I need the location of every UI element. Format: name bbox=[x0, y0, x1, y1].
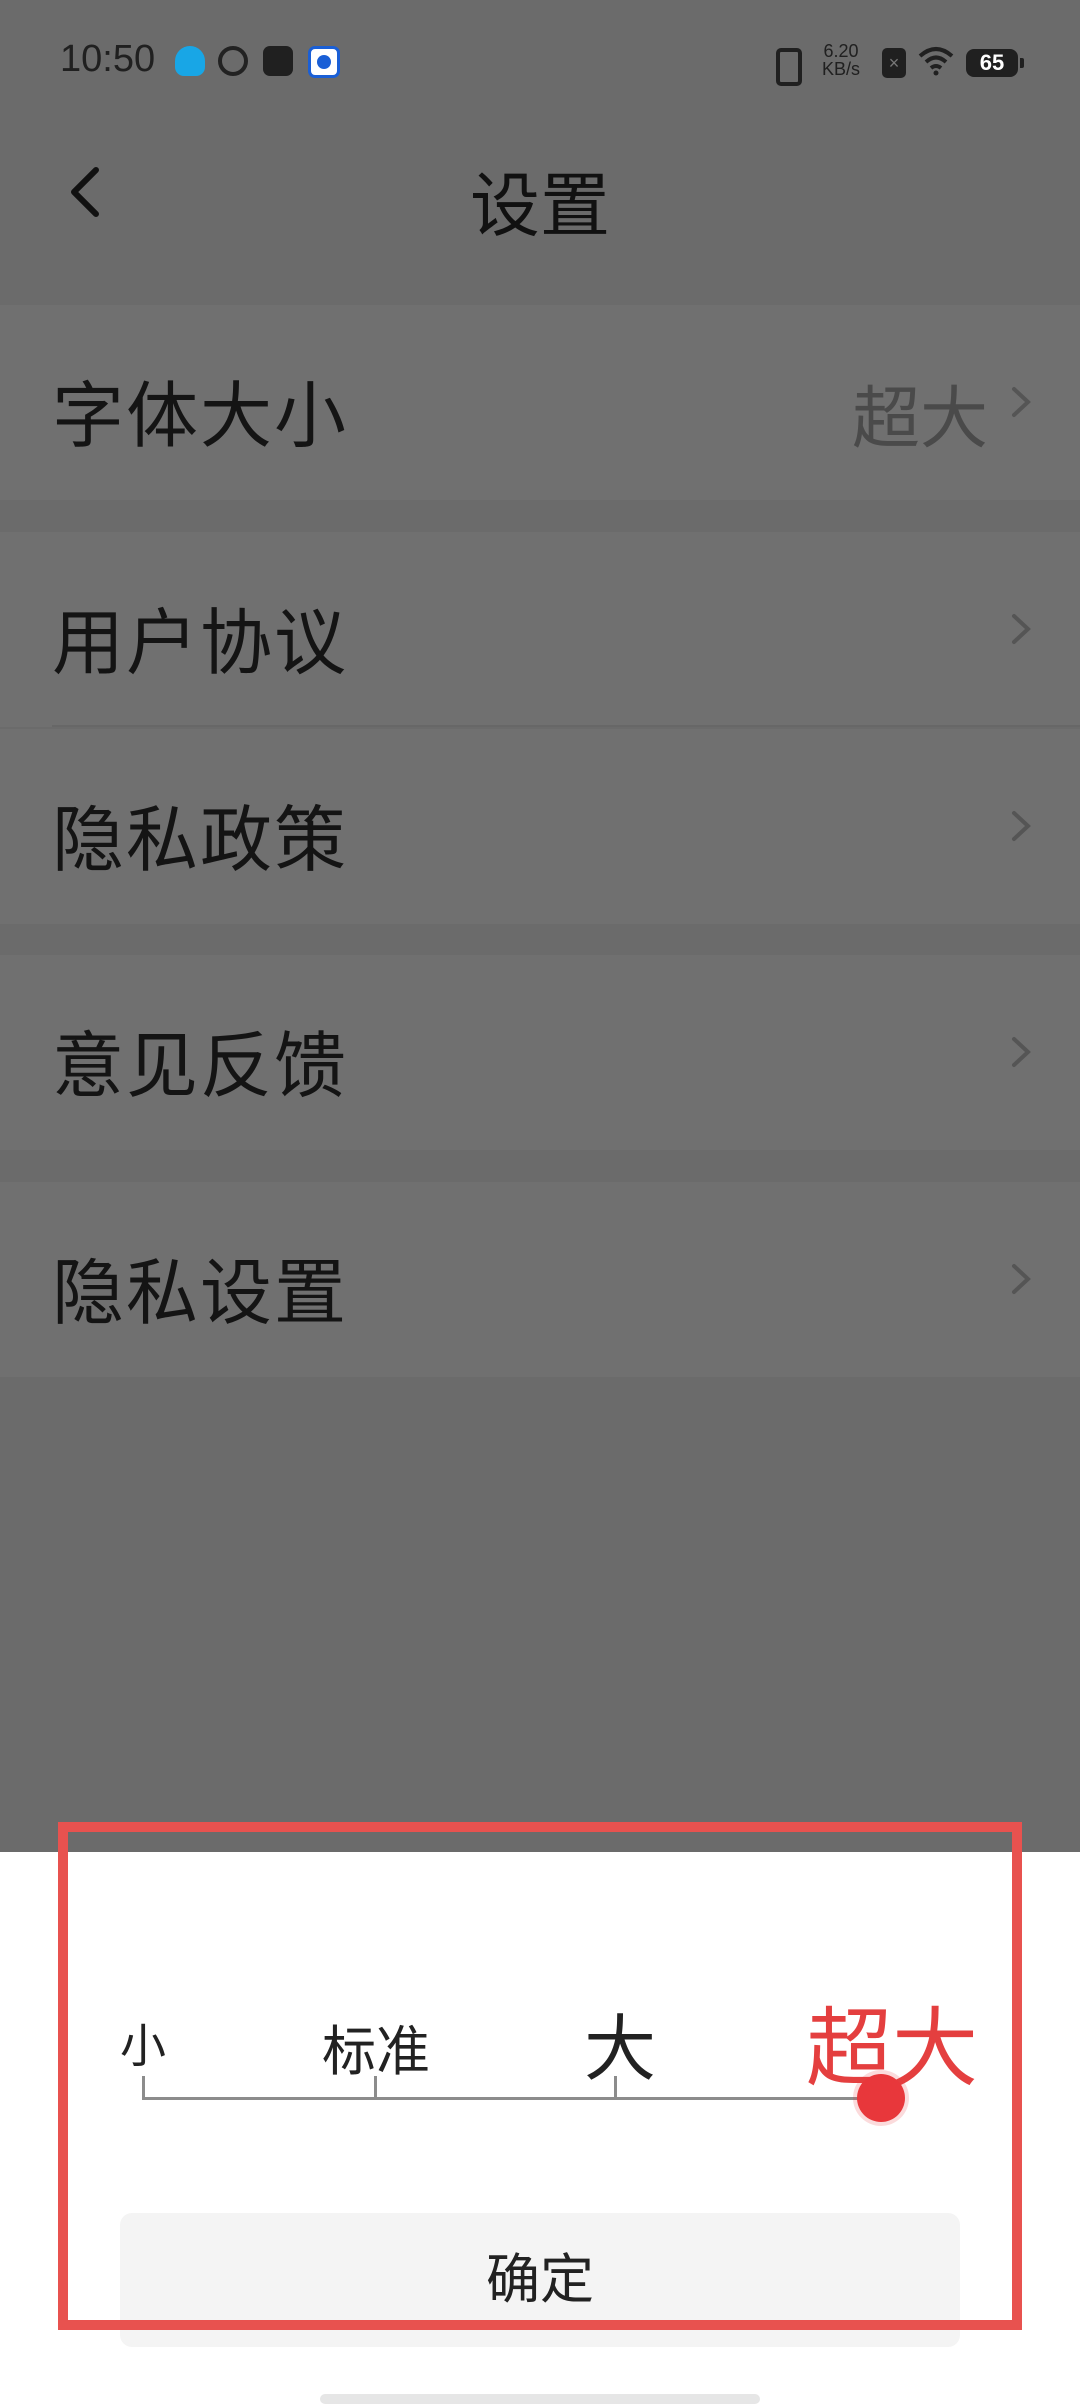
chevron-right-icon bbox=[1012, 614, 1031, 644]
chevron-right-icon bbox=[1012, 811, 1031, 841]
status-time: 10:50 bbox=[60, 38, 156, 80]
page-title: 设置 bbox=[470, 167, 610, 245]
shopping-bag-notification-icon bbox=[263, 46, 293, 76]
no-sim-icon: × bbox=[882, 48, 906, 78]
wifi-icon bbox=[918, 47, 954, 76]
chevron-right-icon bbox=[1012, 1264, 1031, 1294]
settings-item-label: 意见反馈 bbox=[52, 1027, 349, 1107]
qq-notification-icon bbox=[175, 46, 205, 76]
app-notification-icon bbox=[308, 46, 340, 78]
highlight-annotation-box bbox=[58, 1822, 1022, 2330]
status-bar: 10:50 6.20 KB/s × 65 bbox=[0, 0, 1080, 130]
settings-item-privacy-policy[interactable]: 隐私政策 bbox=[0, 729, 1080, 924]
battery-indicator: 65 bbox=[966, 49, 1024, 77]
chevron-right-icon bbox=[1012, 1037, 1031, 1067]
divider bbox=[52, 725, 1080, 727]
settings-item-feedback[interactable]: 意见反馈 bbox=[0, 955, 1080, 1150]
settings-item-label: 隐私设置 bbox=[52, 1254, 349, 1334]
vibrate-icon bbox=[776, 48, 802, 86]
top-app-bar: 设置 bbox=[0, 130, 1080, 275]
network-speed-value: 6.20 bbox=[823, 41, 859, 61]
settings-item-label: 用户协议 bbox=[52, 604, 349, 684]
network-speed-unit: KB/s bbox=[822, 59, 861, 79]
network-speed: 6.20 KB/s bbox=[822, 42, 860, 78]
settings-item-user-agreement[interactable]: 用户协议 bbox=[0, 532, 1080, 727]
settings-item-label: 字体大小 bbox=[52, 377, 349, 457]
settings-item-privacy-settings[interactable]: 隐私设置 bbox=[0, 1182, 1080, 1377]
settings-item-label: 隐私政策 bbox=[52, 801, 349, 881]
settings-screen: 10:50 6.20 KB/s × 65 设置 字体大小 超大 用户协议 隐私政… bbox=[0, 0, 1080, 2408]
settings-item-font-size[interactable]: 字体大小 超大 bbox=[0, 305, 1080, 500]
home-indicator[interactable] bbox=[320, 2394, 760, 2404]
chevron-right-icon bbox=[1012, 387, 1031, 417]
planet-notification-icon bbox=[218, 46, 248, 76]
font-size-current-value: 超大 bbox=[851, 381, 988, 457]
